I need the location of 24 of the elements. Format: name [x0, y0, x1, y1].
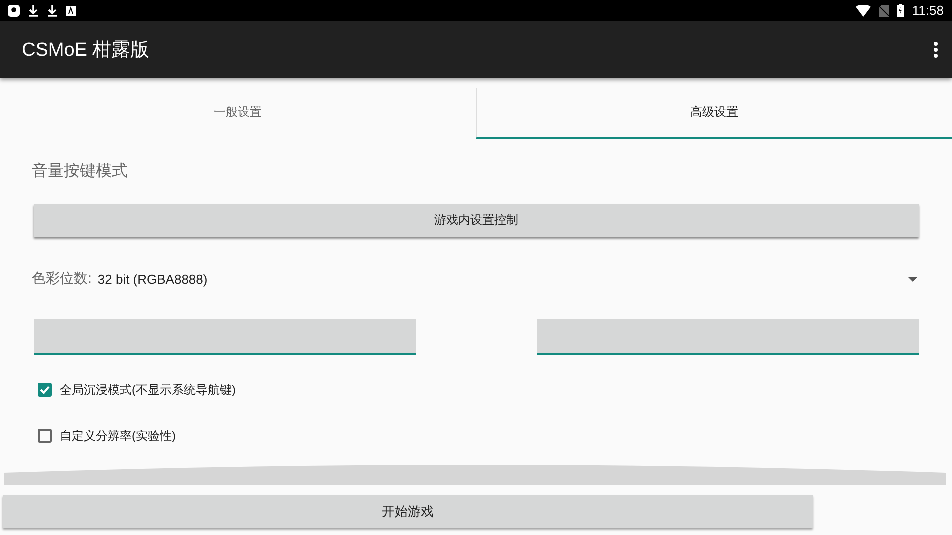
settings-tab[interactable]: 一般设置 — [0, 88, 476, 139]
overflow-menu-icon[interactable] — [934, 42, 938, 58]
section-title: 音量按键模式 — [32, 162, 129, 182]
clock-time: 11:58 — [912, 3, 944, 18]
download-icon — [47, 4, 58, 16]
checkbox[interactable] — [38, 429, 52, 443]
wifi-icon — [856, 4, 872, 16]
dropdown-arrow-icon[interactable] — [908, 276, 918, 282]
input-field[interactable] — [34, 319, 416, 355]
start-game-button[interactable]: 开始游戏 — [3, 495, 813, 528]
input-field[interactable] — [537, 319, 919, 355]
volume-mode-button[interactable]: 游戏内设置控制 — [34, 204, 919, 237]
app-title: CSMoE 柑露版 — [22, 38, 151, 62]
battery-icon — [897, 4, 904, 17]
checkbox-label: 全局沉浸模式(不显示系统导航键) — [60, 382, 236, 398]
checkbox[interactable] — [38, 383, 52, 397]
no-sim-icon — [879, 4, 890, 16]
checkbox-label: 自定义分辨率(实验性) — [60, 428, 176, 444]
settings-tab[interactable]: 高级设置 — [476, 88, 952, 139]
color-depth-label: 色彩位数: — [32, 270, 92, 288]
notification-icon — [8, 4, 20, 16]
color-depth-value[interactable]: 32 bit (RGBA8888) — [98, 272, 908, 286]
keyboard-icon — [66, 6, 76, 16]
download-icon — [28, 4, 39, 16]
